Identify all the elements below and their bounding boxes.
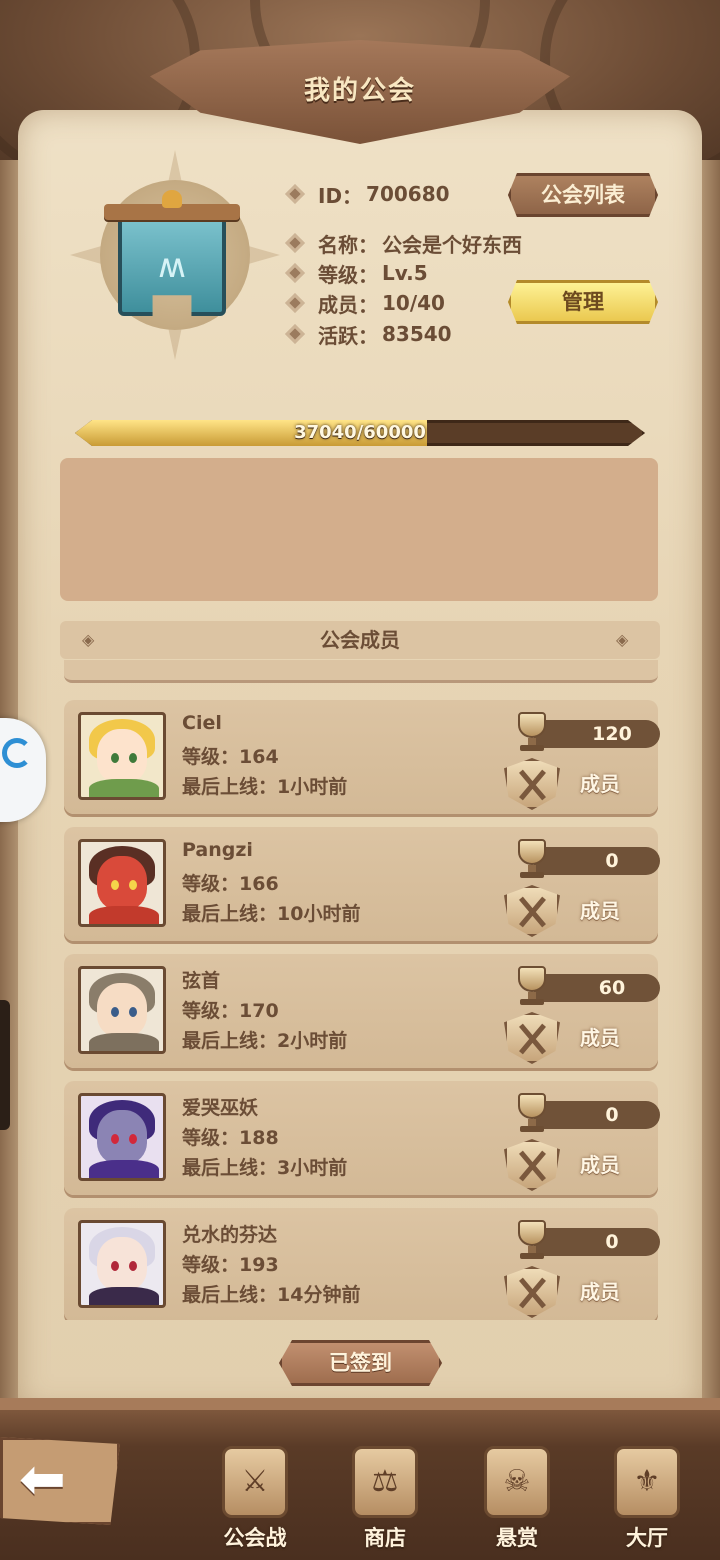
member-level: 等级：193 (182, 1254, 279, 1276)
member-name: 爱哭巫妖 (182, 1097, 259, 1119)
guild-exp-progress: 37040/60000 (75, 420, 645, 446)
guild-members-value: 10/40 (382, 291, 445, 315)
guild-id-value: 700680 (366, 182, 450, 206)
guild-name-label: 名称： (318, 232, 378, 257)
guild-level-label: 等级： (318, 262, 378, 287)
guild-activity-row: 活跃： 83540 (285, 319, 452, 349)
guild-banner-icon: ʍ (104, 190, 240, 316)
member-role-icon (504, 1139, 560, 1191)
member-last-online: 最后上线：14分钟前 (182, 1284, 361, 1306)
member-role: 成员 (580, 772, 620, 796)
guild-activity-label: 活跃： (318, 323, 378, 348)
title-banner: 我的公会 (150, 40, 570, 144)
hall-icon: ⚜ (614, 1446, 680, 1518)
shop-icon: ⚖ (352, 1446, 418, 1518)
nav-label: 商店 (364, 1526, 406, 1550)
ornament-icon: ◈ (616, 630, 629, 649)
nav-hall[interactable]: ⚜ 大厅 (592, 1440, 702, 1560)
guild-id-row: ID： 700680 (285, 179, 450, 209)
signed-in-button[interactable]: 已签到 (279, 1340, 442, 1386)
member-role-icon (504, 1012, 560, 1064)
avatar[interactable] (78, 966, 166, 1054)
guild-exp-progress-text: 37040/60000 (294, 422, 426, 443)
helmet-icon: ⚔ (222, 1446, 288, 1518)
guild-id-label: ID： (318, 183, 363, 208)
member-level: 等级：188 (182, 1127, 279, 1149)
member-role-icon (504, 1266, 560, 1318)
trophy-icon (508, 708, 556, 752)
nav-shop[interactable]: ⚖ 商店 (330, 1440, 440, 1560)
member-last-online: 最后上线：10小时前 (182, 903, 361, 925)
page-title: 我的公会 (303, 76, 416, 106)
guild-members-row: 成员： 10/40 (285, 288, 445, 318)
member-card[interactable]: 爱哭巫妖 等级：188 最后上线：3小时前 0 成员 (64, 1081, 660, 1195)
guild-activity-value: 83540 (382, 322, 452, 346)
member-role-icon (504, 885, 560, 937)
guild-emblem: ʍ (70, 150, 280, 360)
trophy-icon (508, 1089, 556, 1133)
nav-label: 公会战 (223, 1526, 287, 1550)
member-card[interactable]: Pangzi 等级：166 最后上线：10小时前 0 成员 (64, 827, 660, 941)
guild-list-button[interactable]: 公会列表 (508, 173, 658, 217)
trophy-icon (508, 1216, 556, 1260)
member-name: 兑水的芬达 (182, 1224, 278, 1246)
diamond-icon (285, 233, 305, 253)
avatar[interactable] (78, 1220, 166, 1308)
avatar[interactable] (78, 1093, 166, 1181)
nav-bounty[interactable]: ☠ 悬赏 (462, 1440, 572, 1560)
member-level: 等级：170 (182, 1000, 279, 1022)
guild-level-value: Lv.5 (382, 261, 428, 285)
member-name: Ciel (182, 712, 222, 734)
member-last-online: 最后上线：2小时前 (182, 1030, 348, 1052)
list-item-partial (64, 660, 658, 683)
guild-members-label: 成员： (318, 292, 378, 317)
member-list[interactable]: Ciel 等级：164 最后上线：1小时前 120 成员 Pangzi 等级：1… (60, 660, 660, 1320)
avatar[interactable] (78, 839, 166, 927)
diamond-icon (285, 263, 305, 283)
member-card[interactable]: 兑水的芬达 等级：193 最后上线：14分钟前 0 成员 (64, 1208, 660, 1320)
back-button[interactable]: ⬅ (0, 1437, 120, 1525)
avatar[interactable] (78, 712, 166, 800)
guild-level-row: 等级： Lv.5 (285, 258, 428, 288)
diamond-icon (285, 324, 305, 344)
member-role: 成员 (580, 1026, 620, 1050)
back-arrow-icon: ⬅ (19, 1447, 66, 1512)
member-last-online: 最后上线：1小时前 (182, 776, 348, 798)
guild-notice-box (60, 458, 658, 601)
member-role: 成员 (580, 1153, 620, 1177)
members-section-header: ◈ 公会成员 ◈ (60, 621, 660, 659)
guild-name-value: 公会是个好东西 (382, 232, 522, 257)
manage-button[interactable]: 管理 (508, 280, 658, 324)
member-last-online: 最后上线：3小时前 (182, 1157, 348, 1179)
member-role: 成员 (580, 899, 620, 923)
edge-shadow (0, 1000, 10, 1130)
member-name: 弦首 (182, 970, 221, 992)
members-section-title: 公会成员 (320, 628, 400, 652)
member-role: 成员 (580, 1280, 620, 1304)
member-card[interactable]: 弦首 等级：170 最后上线：2小时前 60 成员 (64, 954, 660, 1068)
guild-name-row: 名称： 公会是个好东西 (285, 228, 522, 258)
member-level: 等级：164 (182, 746, 279, 768)
nav-label: 悬赏 (496, 1526, 538, 1550)
bounty-icon: ☠ (484, 1446, 550, 1518)
member-level: 等级：166 (182, 873, 279, 895)
diamond-icon (285, 184, 305, 204)
nav-label: 大厅 (626, 1526, 668, 1550)
member-name: Pangzi (182, 839, 253, 861)
trophy-icon (508, 835, 556, 879)
nav-guild-war[interactable]: ⚔ 公会战 (200, 1440, 310, 1560)
trophy-icon (508, 962, 556, 1006)
member-role-icon (504, 758, 560, 810)
assistant-logo-icon (2, 738, 32, 768)
member-card[interactable]: Ciel 等级：164 最后上线：1小时前 120 成员 (64, 700, 660, 814)
diamond-icon (285, 293, 305, 313)
